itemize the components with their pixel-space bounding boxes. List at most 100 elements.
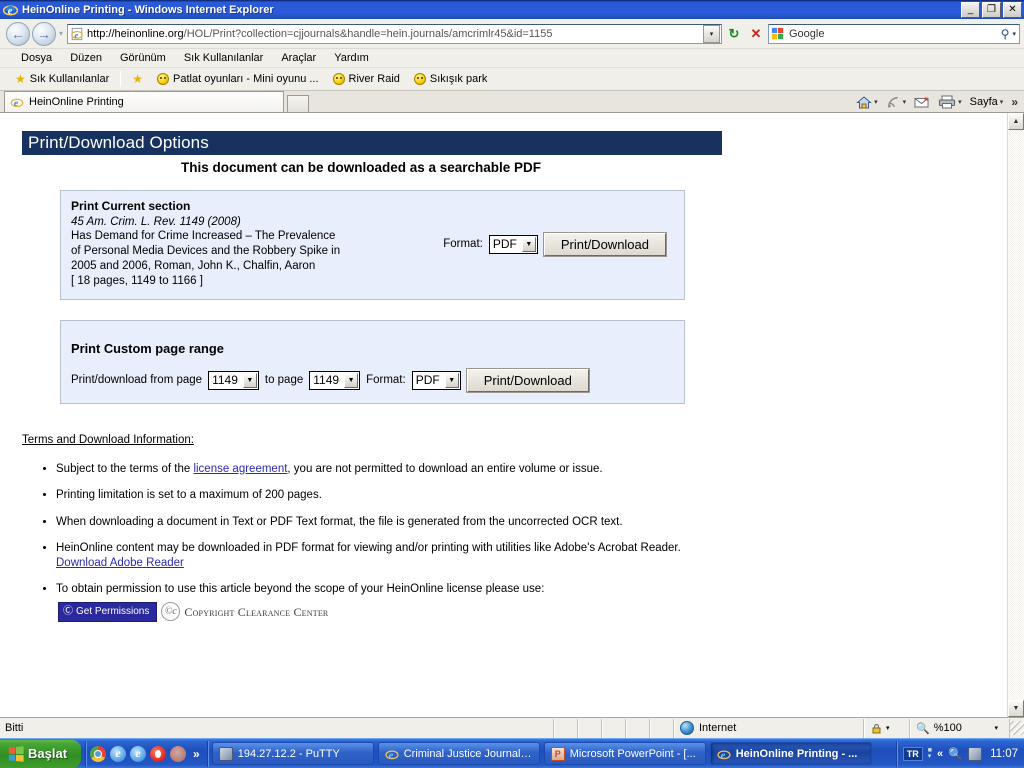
resize-grip[interactable] <box>1010 721 1024 735</box>
chevron-down-icon[interactable]: ▼ <box>242 372 257 388</box>
chevron-down-icon[interactable]: ▼ <box>444 372 459 388</box>
start-button[interactable]: Başlat <box>0 739 82 768</box>
custom-format-select[interactable]: PDF ▼ <box>411 370 461 390</box>
from-page-select[interactable]: 1149 ▼ <box>208 370 259 390</box>
copyright-icon: Ⓒ <box>63 605 73 617</box>
to-page-select[interactable]: 1149 ▼ <box>309 370 361 390</box>
chrome-icon[interactable] <box>90 745 107 762</box>
get-permissions-button[interactable]: Ⓒ Get Permissions <box>58 601 158 623</box>
feeds-button[interactable]: ▾ <box>882 95 911 109</box>
close-button[interactable]: ✕ <box>1003 1 1022 18</box>
home-button[interactable]: ▾ <box>852 95 882 110</box>
stop-icon[interactable]: ✕ <box>746 24 766 44</box>
print-icon <box>939 95 956 109</box>
quicklaunch-overflow-icon[interactable]: » <box>190 747 203 761</box>
minimize-button[interactable]: _ <box>961 1 980 18</box>
internet-explorer-icon: e <box>717 750 731 761</box>
url-path: /HOL/Print?collection=cjjournals&handle=… <box>183 27 553 40</box>
chevron-down-icon[interactable]: ▾ <box>1000 98 1004 106</box>
taskbar-item-putty[interactable]: 194.27.12.2 - PuTTY <box>211 742 374 765</box>
menu-item-gorunum[interactable]: Görünüm <box>111 50 175 66</box>
menu-item-dosya[interactable]: Dosya <box>12 50 61 66</box>
custom-print-download-button[interactable]: Print/Download <box>465 367 590 393</box>
chevron-down-icon[interactable]: ▾ <box>903 98 907 106</box>
refresh-icon[interactable]: ↻ <box>724 24 744 44</box>
command-bar: ▾ ▾ ▾ Sayfa ▾ » <box>852 91 1024 113</box>
print-button[interactable]: ▾ <box>934 95 966 109</box>
internet-explorer-icon: e <box>10 98 24 109</box>
maximize-button[interactable]: ❐ <box>982 1 1001 18</box>
taskbar-item-label: HeinOnline Printing - ... <box>735 747 858 760</box>
menu-item-duzen[interactable]: Düzen <box>61 50 111 66</box>
add-favorite-button[interactable]: ★ <box>125 72 150 86</box>
network-icon[interactable] <box>968 746 983 761</box>
scroll-down-button[interactable]: ▼ <box>1008 700 1024 717</box>
permissions-row: Ⓒ Get Permissions ©c Copyright Clearance… <box>58 601 696 623</box>
taskbar: Başlat » 194.27.12.2 - PuTTY e Criminal … <box>0 738 1024 768</box>
new-tab-button[interactable] <box>287 95 309 112</box>
taskbar-item-heinonline-printing[interactable]: e HeinOnline Printing - ... <box>709 742 872 765</box>
firefox-icon[interactable] <box>170 745 187 762</box>
window-controls: _ ❐ ✕ <box>961 1 1022 18</box>
system-tray: TR ■ ▾ « 🔍 11:07 <box>895 740 1024 767</box>
url-dropdown-button[interactable]: ▾ <box>703 24 720 43</box>
page-menu-button[interactable]: Sayfa ▾ <box>966 96 1008 108</box>
language-indicator[interactable]: TR <box>902 746 923 761</box>
chevron-down-icon[interactable]: ▾ <box>958 98 962 106</box>
favorite-item-patlat[interactable]: Patlat oyunları - Mini oyunu ... <box>150 72 326 86</box>
mail-button[interactable] <box>910 96 934 109</box>
language-bar-caret-icon[interactable]: ■ ▾ <box>928 747 932 760</box>
custom-format-value: PDF <box>415 373 440 388</box>
vertical-scrollbar[interactable]: ▲ ▼ <box>1007 113 1024 717</box>
command-bar-overflow-icon[interactable]: » <box>1007 95 1022 109</box>
download-adobe-reader-link[interactable]: Download Adobe Reader <box>56 557 184 569</box>
protected-mode-indicator[interactable]: ▾ <box>864 718 910 738</box>
print-current-section-panel: Print Current section 45 Am. Crim. L. Re… <box>60 190 685 300</box>
security-zone-label: Internet <box>699 722 737 734</box>
magnifier-icon[interactable]: 🔍 <box>948 747 963 761</box>
forward-button[interactable]: → <box>32 21 56 46</box>
chevron-down-icon[interactable]: ▼ <box>344 372 359 388</box>
url-bar[interactable]: e http://heinonline.org/HOL/Print?collec… <box>67 23 722 44</box>
powerpoint-icon: P <box>550 746 565 761</box>
internet-explorer-icon[interactable] <box>110 745 127 762</box>
taskbar-item-label: Microsoft PowerPoint - [... <box>569 747 696 760</box>
get-permissions-label: Get Permissions <box>76 605 150 617</box>
smiley-icon <box>157 73 170 85</box>
page-subtitle: This document can be downloaded as a sea… <box>180 160 542 175</box>
chevron-down-icon[interactable]: ▾ <box>874 98 878 106</box>
print-download-button[interactable]: Print/Download <box>542 231 668 257</box>
window-titlebar: e HeinOnline Printing - Windows Internet… <box>0 0 1024 19</box>
search-box[interactable]: Google ⚲ ▾ <box>768 23 1020 44</box>
tray-overflow-icon[interactable]: « <box>937 748 943 760</box>
license-agreement-link[interactable]: license agreement <box>193 463 287 475</box>
taskbar-item-powerpoint[interactable]: P Microsoft PowerPoint - [... <box>543 742 706 765</box>
document-title-line-3: 2005 and 2006, Roman, John K., Chalfin, … <box>71 260 316 272</box>
menu-item-araclar[interactable]: Araçlar <box>272 50 325 66</box>
menu-item-sik-kullanilanlar[interactable]: Sık Kullanılanlar <box>175 50 273 66</box>
taskbar-item-criminal-justice-journals[interactable]: e Criminal Justice Journals... <box>377 742 540 765</box>
search-input[interactable]: Google <box>789 28 998 40</box>
from-page-value: 1149 <box>212 373 238 388</box>
chevron-down-icon[interactable]: ▾ <box>886 724 890 732</box>
tab-heinonline-printing[interactable]: e HeinOnline Printing <box>4 91 284 112</box>
back-button[interactable]: ← <box>6 21 30 46</box>
term-text-before: Subject to the terms of the <box>56 462 194 475</box>
internet-explorer-icon[interactable] <box>130 745 147 762</box>
favorite-item-river-raid[interactable]: River Raid <box>326 72 407 86</box>
search-provider-caret-icon[interactable]: ▾ <box>1012 30 1019 38</box>
chevron-down-icon[interactable]: ▾ <box>994 724 998 732</box>
opera-icon[interactable] <box>150 745 167 762</box>
scroll-up-button[interactable]: ▲ <box>1008 113 1024 130</box>
format-select[interactable]: PDF ▼ <box>488 234 538 254</box>
chevron-down-icon[interactable]: ▼ <box>521 236 536 252</box>
menu-item-yardim[interactable]: Yardım <box>325 50 378 66</box>
favorite-item-sikisik-park[interactable]: Sıkışık park <box>407 72 494 86</box>
security-zone[interactable]: Internet <box>674 718 864 738</box>
history-dropdown-icon[interactable]: ▾ <box>59 29 63 38</box>
search-go-icon[interactable]: ⚲ <box>998 27 1013 41</box>
clock[interactable]: 11:07 <box>987 748 1018 760</box>
zoom-control[interactable]: 🔍 %100 ▾ <box>910 718 1010 738</box>
favorites-button[interactable]: ★ Sık Kullanılanlar <box>8 72 116 86</box>
internet-explorer-icon: e <box>3 5 18 17</box>
